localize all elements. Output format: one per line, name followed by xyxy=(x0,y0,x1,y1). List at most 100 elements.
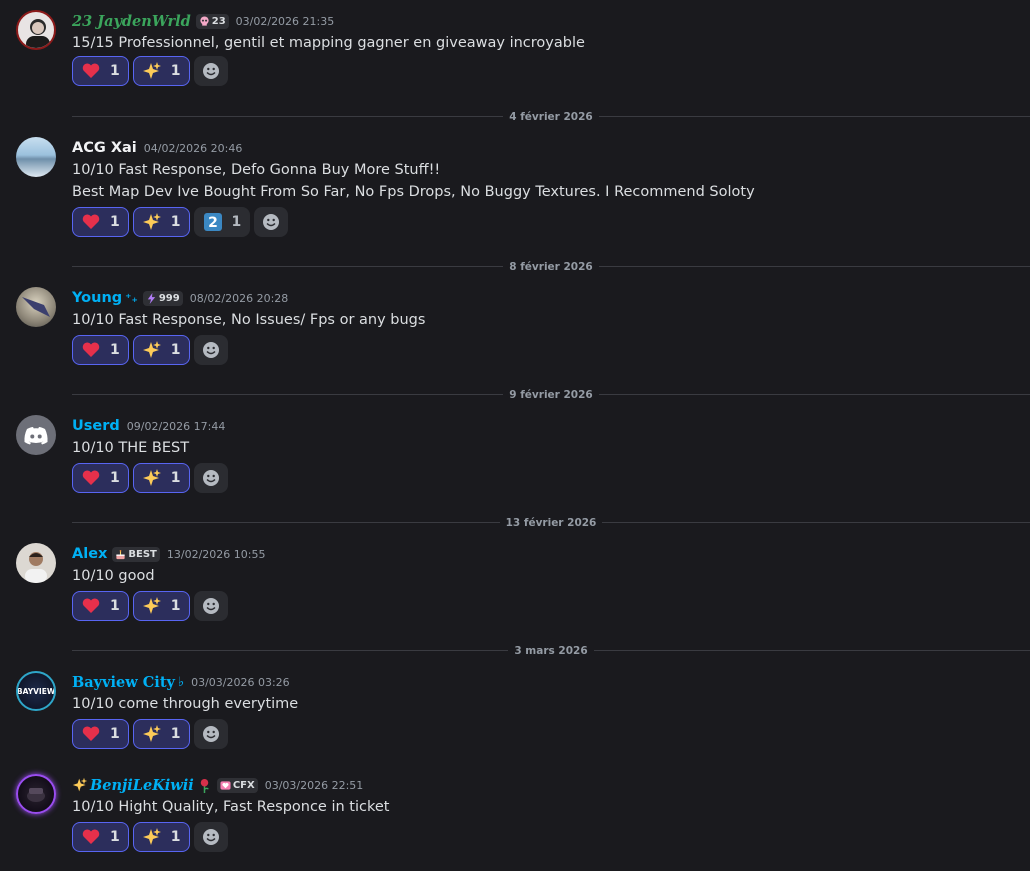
reaction-count: 1 xyxy=(110,829,120,845)
avatar[interactable] xyxy=(16,415,56,455)
message-line: 10/10 come through everytime xyxy=(72,696,299,712)
heart-emoji-icon xyxy=(82,829,100,844)
reaction-sparkles[interactable]: 1 xyxy=(132,463,190,493)
avatar[interactable] xyxy=(16,543,56,583)
heart-emoji-icon xyxy=(82,726,100,741)
reactions-bar: 1 1 xyxy=(72,719,228,749)
username-decoration: ⁺₊ xyxy=(125,291,138,305)
avatar[interactable] xyxy=(16,10,56,50)
sparkles-emoji-icon xyxy=(142,62,161,79)
reaction-keycap-2[interactable]: 2 1 xyxy=(193,207,251,237)
server-tag[interactable]: BEST xyxy=(112,546,160,562)
date-divider: 9 février 2026 xyxy=(72,387,1030,403)
reaction-sparkles[interactable]: 1 xyxy=(132,591,190,621)
timestamp: 03/02/2026 21:35 xyxy=(235,14,335,28)
reaction-count: 1 xyxy=(170,470,181,486)
reaction-count: 1 xyxy=(170,598,181,614)
add-reaction-button[interactable] xyxy=(193,719,228,749)
sparkles-emoji-icon xyxy=(142,725,161,742)
avatar[interactable] xyxy=(16,774,56,814)
reactions-bar: 1 1 xyxy=(72,335,228,365)
sparkles-emoji-icon xyxy=(142,828,161,845)
reactions-bar: 1 1 xyxy=(72,591,228,621)
username[interactable]: ACG Xai xyxy=(72,140,137,156)
reaction-count: 1 xyxy=(110,214,120,230)
reaction-heart[interactable]: 1 xyxy=(72,335,129,365)
heart-emoji-icon xyxy=(82,598,100,613)
heart-emoji-icon xyxy=(82,214,100,229)
server-tag[interactable]: 23 xyxy=(195,13,229,29)
server-tag-label: BEST xyxy=(128,548,157,560)
reaction-count: 1 xyxy=(170,342,181,358)
add-reaction-button[interactable] xyxy=(193,335,228,365)
message-line: 10/10 THE BEST xyxy=(72,440,190,456)
date-divider-label: 8 février 2026 xyxy=(503,261,599,273)
server-tag-label: 999 xyxy=(158,292,180,304)
server-tag-label: 23 xyxy=(211,15,226,27)
avatar[interactable] xyxy=(16,287,56,327)
reaction-heart[interactable]: 1 xyxy=(72,591,129,621)
heart-badge-icon xyxy=(220,780,231,790)
server-tag[interactable]: 999 xyxy=(142,290,183,306)
add-reaction-button[interactable] xyxy=(193,463,228,493)
message-line: 10/10 Fast Response, No Issues/ Fps or a… xyxy=(72,312,426,328)
message-content: 10/10 THE BEST xyxy=(72,437,189,459)
reaction-sparkles[interactable]: 1 xyxy=(132,719,190,749)
add-reaction-icon xyxy=(202,598,219,614)
username[interactable]: 23 JaydenWrld xyxy=(72,13,191,30)
reactions-bar: 1 1 xyxy=(72,822,228,852)
server-tag-label: CFX xyxy=(232,779,255,791)
sparkles-emoji-icon xyxy=(142,597,161,614)
add-reaction-icon xyxy=(202,726,219,742)
cake-icon xyxy=(116,549,126,559)
add-reaction-icon xyxy=(202,63,219,79)
sparkles-name-icon xyxy=(72,777,88,792)
heart-emoji-icon xyxy=(82,63,100,78)
reaction-count: 1 xyxy=(170,829,181,845)
date-divider: 3 mars 2026 xyxy=(72,643,1030,659)
timestamp: 08/02/2026 20:28 xyxy=(189,291,289,305)
skull-icon xyxy=(200,15,209,26)
message-content: 10/10 good xyxy=(72,565,155,587)
timestamp: 13/02/2026 10:55 xyxy=(166,547,266,561)
timestamp: 09/02/2026 17:44 xyxy=(126,419,226,433)
reaction-count: 1 xyxy=(170,214,181,230)
heart-emoji-icon xyxy=(82,470,100,485)
reaction-sparkles[interactable]: 1 xyxy=(132,335,190,365)
reaction-count: 1 xyxy=(110,342,120,358)
reaction-count: 1 xyxy=(110,63,120,79)
add-reaction-button[interactable] xyxy=(193,591,228,621)
message-line: 10/10 good xyxy=(72,568,155,584)
add-reaction-icon xyxy=(202,829,219,845)
date-divider: 4 février 2026 xyxy=(72,109,1030,125)
reaction-sparkles[interactable]: 1 xyxy=(132,822,190,852)
add-reaction-button[interactable] xyxy=(193,822,228,852)
rose-icon xyxy=(200,778,209,793)
add-reaction-button[interactable] xyxy=(193,56,228,86)
username[interactable]: Userd xyxy=(72,418,120,434)
reaction-heart[interactable]: 1 xyxy=(72,463,129,493)
date-divider-label: 13 février 2026 xyxy=(499,517,603,529)
reaction-heart[interactable]: 1 xyxy=(72,56,129,86)
message-content: 10/10 Fast Response, No Issues/ Fps or a… xyxy=(72,309,425,331)
timestamp: 04/02/2026 20:46 xyxy=(143,141,243,155)
reaction-heart[interactable]: 1 xyxy=(72,207,129,237)
reaction-sparkles[interactable]: 1 xyxy=(132,56,190,86)
server-tag[interactable]: CFX xyxy=(216,777,258,793)
reaction-sparkles[interactable]: 1 xyxy=(132,207,190,237)
username[interactable]: Young xyxy=(72,290,122,306)
message-line: 10/10 Fast Response, Defo Gonna Buy More… xyxy=(72,162,441,178)
avatar[interactable] xyxy=(16,137,56,177)
add-reaction-button[interactable] xyxy=(254,207,289,237)
message-content: 10/10 Fast Response, Defo Gonna Buy More… xyxy=(72,159,755,203)
avatar-text: BAYVIEW xyxy=(18,687,54,696)
username[interactable]: Bayview City xyxy=(72,674,175,691)
reaction-heart[interactable]: 1 xyxy=(72,719,129,749)
timestamp: 03/03/2026 22:51 xyxy=(264,778,364,792)
message-content: 15/15 Professionnel, gentil et mapping g… xyxy=(72,32,585,54)
reaction-heart[interactable]: 1 xyxy=(72,822,129,852)
username[interactable]: Alex xyxy=(72,546,107,562)
username[interactable]: BenjiLeKiwii xyxy=(90,777,194,794)
avatar[interactable]: BAYVIEW xyxy=(16,671,56,711)
sparkles-emoji-icon xyxy=(142,341,161,358)
